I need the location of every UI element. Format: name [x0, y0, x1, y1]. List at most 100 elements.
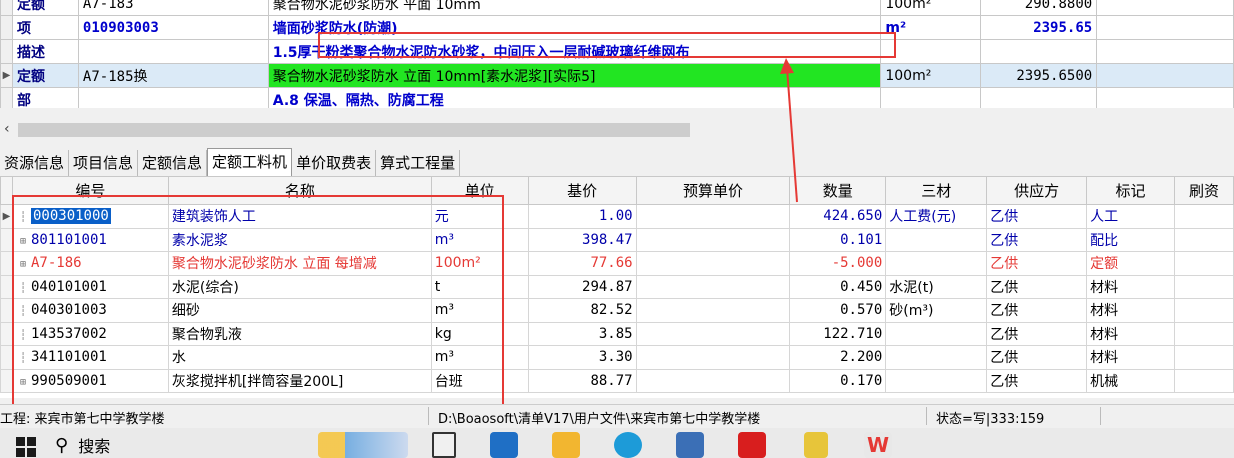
table-row[interactable]: ⊞ 990509001 灰浆搅拌机[拌筒容量200L] 台班 88.77 0.17…: [0, 368, 1234, 393]
cell-three-materials[interactable]: [885, 321, 988, 346]
tab-formula-quantity[interactable]: 算式工程量: [376, 150, 461, 176]
cell-mark[interactable]: 配比: [1086, 227, 1175, 252]
refresh-button[interactable]: 刷资: [1173, 176, 1234, 205]
cell-quantity[interactable]: 122.710: [789, 321, 887, 346]
cell-mark[interactable]: 材料: [1086, 274, 1175, 299]
cell-base-price[interactable]: 3.30: [527, 345, 637, 370]
header-unit[interactable]: 单位: [430, 176, 529, 205]
tab-project-info[interactable]: 项目信息: [69, 150, 139, 176]
tab-quota-info[interactable]: 定额信息: [138, 150, 208, 176]
expand-icon[interactable]: ⊞: [15, 377, 31, 388]
cell-base-price[interactable]: 1.00: [527, 204, 637, 229]
cell-base-price[interactable]: 88.77: [527, 368, 637, 393]
cell-name[interactable]: 水: [167, 345, 432, 370]
cell-base-price[interactable]: 82.52: [527, 298, 637, 323]
cell-name[interactable]: 水泥(综合): [167, 274, 432, 299]
cell-name[interactable]: 聚合物乳液: [167, 321, 432, 346]
help-app-icon[interactable]: [804, 432, 828, 458]
cell-quantity[interactable]: 0.570: [789, 298, 887, 323]
cell-name[interactable]: 细砂: [167, 298, 432, 323]
cell-mark[interactable]: 材料: [1086, 345, 1175, 370]
table-row[interactable]: ┆ 341101001 水 m³ 3.30 2.200 乙供 材料: [0, 345, 1234, 370]
cell-unit[interactable]: 元: [430, 204, 529, 229]
top-row[interactable]: 描述 1.5厚干粉类聚合物水泥防水砂浆，中间压入一层耐碱玻璃纤维网布: [0, 39, 1234, 64]
cell-budget-price[interactable]: [635, 345, 791, 370]
wps-office-icon[interactable]: W: [864, 432, 892, 458]
cell-supplier[interactable]: 乙供: [986, 227, 1088, 252]
expand-icon[interactable]: ⊞: [15, 259, 31, 270]
edge-browser-icon[interactable]: [614, 432, 642, 458]
row-indicator[interactable]: [0, 39, 13, 64]
cell-mark[interactable]: 定额: [1086, 251, 1175, 276]
row-indicator[interactable]: [0, 0, 13, 16]
cell-mark[interactable]: 人工: [1086, 204, 1175, 229]
row-indicator[interactable]: [0, 298, 13, 323]
cell-supplier[interactable]: 乙供: [986, 274, 1088, 299]
cell-three-materials[interactable]: [885, 227, 988, 252]
cell-budget-price[interactable]: [635, 321, 791, 346]
cell-supplier[interactable]: 乙供: [986, 251, 1088, 276]
header-mark[interactable]: 标记: [1086, 176, 1175, 205]
cell-mark[interactable]: 机械: [1086, 368, 1175, 393]
cell-unit[interactable]: kg: [430, 321, 529, 346]
cell-name[interactable]: 素水泥浆: [167, 227, 432, 252]
table-row[interactable]: ⊞ A7-186 聚合物水泥砂浆防水 立面 每增减 100m² 77.66 -5.…: [0, 251, 1234, 276]
windows-start-icon[interactable]: [16, 437, 36, 457]
cell-quantity[interactable]: 0.101: [789, 227, 887, 252]
quota-list-grid[interactable]: 定额 A7-183 聚合物水泥砂浆防水 平面 10mm 100m² 290.88…: [0, 0, 1234, 108]
mail-icon[interactable]: [490, 432, 518, 458]
cell-unit[interactable]: m³: [430, 345, 529, 370]
cell-unit[interactable]: 台班: [430, 368, 529, 393]
table-row[interactable]: ┆ 040301003 细砂 m³ 82.52 0.570 砂(m³) 乙供 材料: [0, 298, 1234, 323]
cell-budget-price[interactable]: [635, 298, 791, 323]
cell-code[interactable]: ┆ 341101001: [11, 345, 169, 370]
cell-name[interactable]: 建筑装饰人工: [167, 204, 432, 229]
table-row[interactable]: ┆ 143537002 聚合物乳液 kg 3.85 122.710 乙供 材料: [0, 321, 1234, 346]
task-view-icon[interactable]: [432, 432, 456, 458]
cell-unit[interactable]: m³: [430, 227, 529, 252]
cell-quantity[interactable]: -5.000: [789, 251, 887, 276]
cell-supplier[interactable]: 乙供: [986, 204, 1088, 229]
cell-quantity[interactable]: 0.450: [789, 274, 887, 299]
cell-base-price[interactable]: 398.47: [527, 227, 637, 252]
cell-quantity[interactable]: 0.170: [789, 368, 887, 393]
cell-three-materials[interactable]: 水泥(t): [885, 274, 988, 299]
header-budget-price[interactable]: 预算单价: [635, 176, 791, 205]
scroll-left-icon[interactable]: ‹: [4, 121, 10, 137]
cell-base-price[interactable]: 3.85: [527, 321, 637, 346]
row-indicator[interactable]: [0, 345, 13, 370]
cell-supplier[interactable]: 乙供: [986, 298, 1088, 323]
expand-icon[interactable]: ⊞: [15, 236, 31, 247]
file-explorer-icon[interactable]: [552, 432, 580, 458]
top-row[interactable]: 定额 A7-183 聚合物水泥砂浆防水 平面 10mm 100m² 290.88…: [0, 0, 1234, 16]
cell-unit[interactable]: t: [430, 274, 529, 299]
cell-code[interactable]: ⊞ A7-186: [11, 251, 169, 276]
cell-code[interactable]: ┆ 040101001: [11, 274, 169, 299]
row-indicator[interactable]: [0, 251, 13, 276]
cell-code[interactable]: ⊞ 990509001: [11, 368, 169, 393]
row-indicator[interactable]: [0, 368, 13, 393]
cell-budget-price[interactable]: [635, 368, 791, 393]
cell-budget-price[interactable]: [635, 204, 791, 229]
header-base-price[interactable]: 基价: [527, 176, 637, 205]
materials-grid[interactable]: 编号 名称 单位 基价 预算单价 数量 三材 供应方 标记 刷资 ▶ ┆ 0003…: [0, 176, 1234, 398]
cell-budget-price[interactable]: [635, 274, 791, 299]
cell-mark[interactable]: 材料: [1086, 298, 1175, 323]
header-name[interactable]: 名称: [167, 176, 432, 205]
cell-code[interactable]: ┆ 000301000: [11, 204, 169, 229]
tab-unit-price-fees[interactable]: 单价取费表: [292, 150, 377, 176]
row-indicator[interactable]: [0, 227, 13, 252]
cell-quantity[interactable]: 2.200: [789, 345, 887, 370]
horizontal-scrollbar[interactable]: ‹: [0, 120, 1234, 140]
cell-three-materials[interactable]: [885, 345, 988, 370]
cell-budget-price[interactable]: [635, 251, 791, 276]
tab-resource-info[interactable]: 资源信息: [0, 150, 70, 176]
cell-supplier[interactable]: 乙供: [986, 321, 1088, 346]
cell-code[interactable]: ┆ 040301003: [11, 298, 169, 323]
cell-three-materials[interactable]: [885, 368, 988, 393]
cell-base-price[interactable]: 77.66: [527, 251, 637, 276]
cell-supplier[interactable]: 乙供: [986, 345, 1088, 370]
cell-name[interactable]: 灰浆搅拌机[拌筒容量200L]: [167, 368, 432, 393]
cad-app-icon[interactable]: [676, 432, 704, 458]
cell-mark[interactable]: 材料: [1086, 321, 1175, 346]
